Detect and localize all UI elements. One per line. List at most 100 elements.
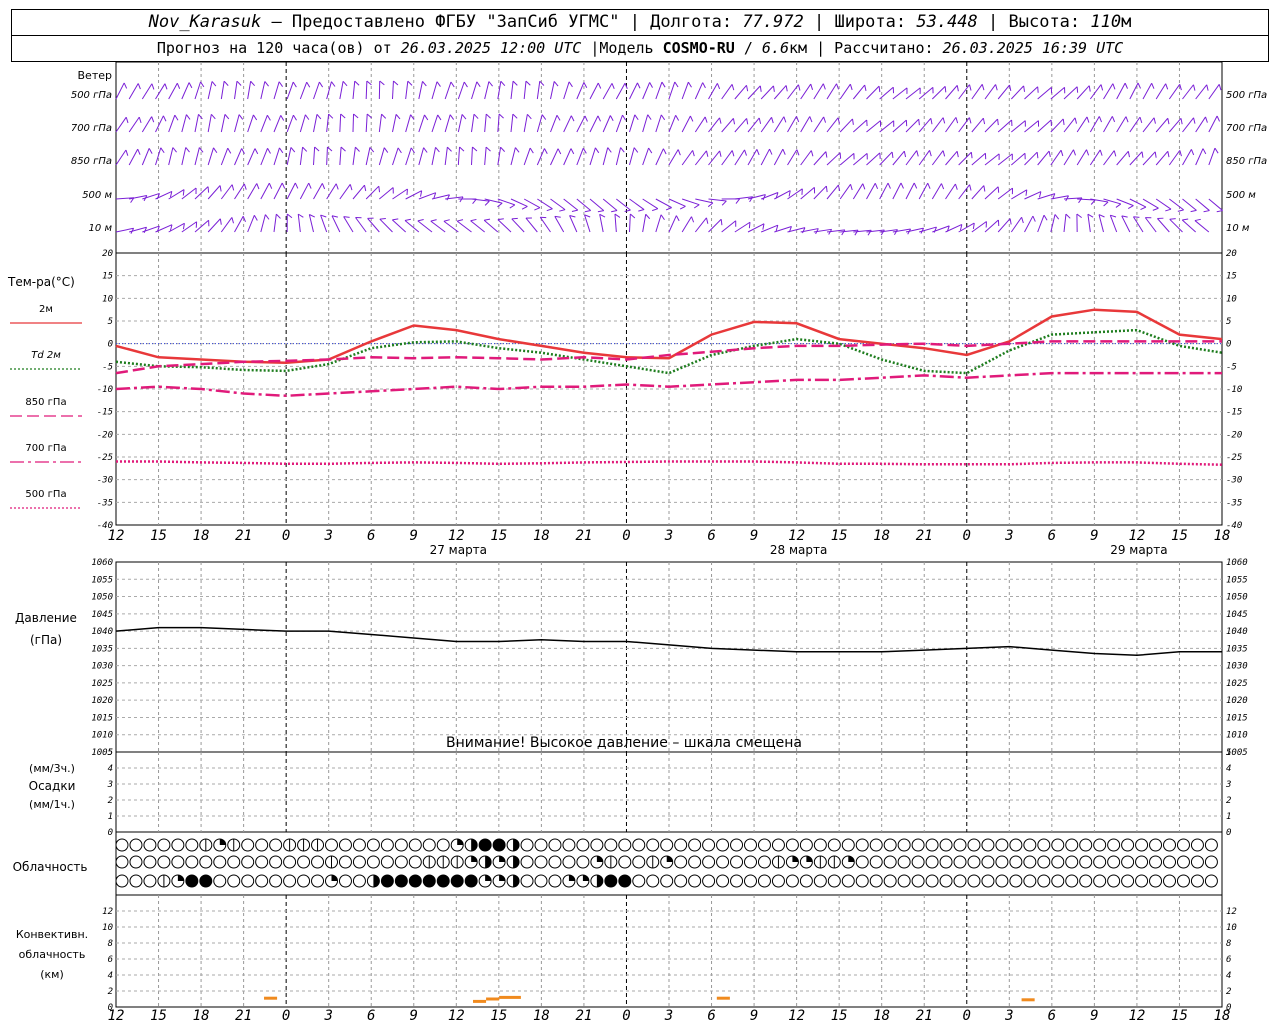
wind-barb (668, 215, 677, 233)
wind-barb (457, 147, 461, 166)
wind-barb (1098, 214, 1104, 233)
wind-barb-flag (758, 117, 762, 124)
wind-barb (826, 152, 841, 166)
cloud-symbol (562, 838, 576, 852)
wind-barb (1142, 82, 1153, 100)
cloud-title: Облачность (13, 860, 88, 874)
wind-barb (866, 183, 876, 200)
wind-barb (1103, 83, 1114, 100)
wind-barb (602, 147, 609, 166)
cloud-symbol (520, 838, 534, 852)
cloud-symbol (869, 874, 883, 888)
wind-barb (1142, 117, 1155, 133)
wind-barb-flag (379, 80, 385, 86)
wind-barb-flag (1206, 84, 1209, 91)
panel-frame-pres (115, 561, 1223, 753)
wind-barb (984, 118, 998, 133)
wind-barb-flag (461, 114, 467, 120)
wind-barb (642, 198, 659, 210)
cloud-symbol (995, 874, 1009, 888)
wind-barb (708, 117, 720, 133)
wind-barb (431, 81, 438, 100)
cloud-symbol (548, 855, 562, 869)
wind-barb-flag (1190, 209, 1197, 213)
cloud-symbol (730, 855, 744, 869)
wind-barb-flag (782, 148, 786, 155)
cloud-symbol (1149, 838, 1163, 852)
wind-barb-flag (607, 147, 612, 153)
cloud-symbol-fill (513, 856, 520, 868)
hour-label: 21 (916, 528, 933, 544)
wind-barb (1116, 82, 1126, 100)
wind-barb (1182, 117, 1194, 133)
wind-barb-flag (137, 148, 141, 155)
wind-barb-flag (809, 116, 813, 123)
wind-barb-flag (331, 81, 336, 87)
wind-barb (576, 82, 585, 100)
wind-barb-flag (771, 117, 774, 124)
wind-barb-flag (1139, 116, 1143, 124)
wind-barb (418, 114, 425, 133)
wind-barb (813, 116, 825, 133)
cloud-symbol (1190, 855, 1204, 869)
wind-barb (1076, 116, 1088, 133)
wind-barb (1063, 149, 1074, 166)
wind-barb (800, 150, 812, 166)
wind-barb (615, 114, 623, 133)
wind-barb-flag (266, 114, 271, 121)
wind-barb-flag (511, 217, 518, 220)
ytick-right-pres: 1045 (1226, 610, 1248, 620)
wind-barb (984, 219, 999, 233)
cloud-symbol (227, 874, 241, 888)
cloud-symbol (897, 838, 911, 852)
wind-barb-flag (436, 81, 441, 87)
conv-bar (264, 996, 278, 1000)
hour-label-bottom: 6 (707, 1008, 715, 1024)
wind-barb (813, 83, 824, 100)
wind-barb-flag (176, 83, 181, 89)
cloud-symbol (604, 838, 618, 852)
cloud-symbol (744, 855, 758, 869)
wind-barb-flag (148, 148, 153, 154)
cloud-symbol (897, 855, 911, 869)
cloud-symbol (185, 838, 199, 852)
wind-barb (234, 81, 238, 100)
wind-barb (510, 114, 514, 133)
cloud-symbol-fill (596, 875, 603, 887)
hour-label-bottom: 0 (622, 1008, 630, 1024)
cloud-symbol-fill (596, 856, 603, 862)
wind-level-left: 850 гПа (71, 156, 112, 167)
cloud-symbol (115, 874, 129, 888)
cloud-symbol (157, 855, 171, 869)
cloud-symbol (255, 874, 269, 888)
wind-barb (1181, 219, 1196, 233)
wind-barb (1129, 82, 1139, 100)
wind-barb (1109, 214, 1118, 233)
wind-barb (681, 216, 692, 233)
wind-barb-flag (353, 113, 359, 119)
cloud-symbol-fill (792, 856, 799, 862)
wind-barb-flag (1062, 118, 1065, 125)
wind-barb (734, 221, 751, 233)
pressure-note: Внимание! Высокое давление – шкала смеще… (446, 735, 802, 751)
wind-barb (550, 81, 555, 100)
wind-barb-flag (164, 83, 168, 90)
wind-barb-flag (1214, 147, 1219, 154)
cloud-symbol (716, 874, 730, 888)
wind-barb (405, 81, 409, 100)
wind-barb (155, 224, 173, 233)
cloud-symbol (1107, 855, 1121, 869)
wind-barb-flag (512, 80, 518, 86)
cloud-symbol (995, 855, 1009, 869)
wind-barb-flag (241, 148, 245, 155)
wind-barb-flag (342, 80, 348, 87)
cloud-symbol (338, 855, 352, 869)
hour-label: 18 (193, 528, 210, 544)
wind-barb-flag (335, 183, 339, 190)
cloud-symbol (408, 855, 422, 869)
cloud-symbol (1051, 874, 1065, 888)
wind-barb (945, 150, 958, 166)
wind-barb (456, 220, 472, 233)
wind-barb (418, 81, 423, 100)
cloud-symbol (911, 838, 925, 852)
